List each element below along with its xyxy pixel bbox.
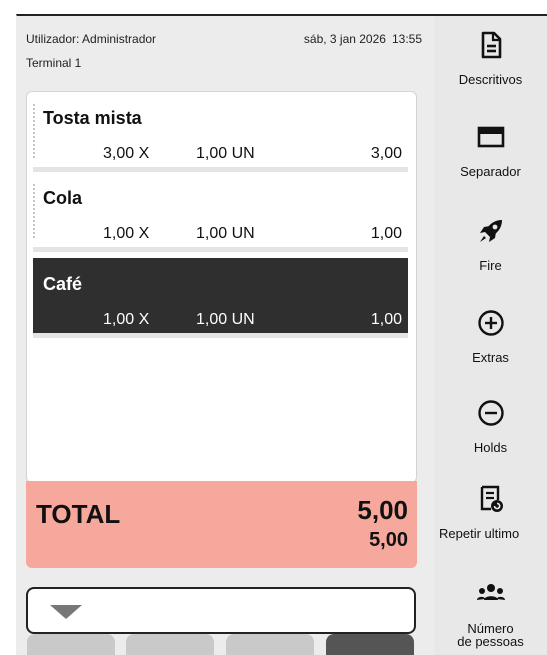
item-total: 1,00 bbox=[370, 225, 402, 242]
numero-pessoas-label-line2: de pessoas bbox=[457, 634, 524, 649]
item-name: Tosta mista bbox=[43, 108, 142, 128]
receipt-repeat-icon bbox=[480, 485, 503, 512]
plus-circle-icon bbox=[477, 310, 504, 336]
item-name: Café bbox=[43, 274, 83, 294]
descritivos-label: Descritivos bbox=[458, 72, 523, 87]
separador-button[interactable]: Separador bbox=[434, 114, 547, 194]
document-icon bbox=[481, 31, 501, 59]
item-name: Cola bbox=[43, 188, 83, 208]
time-label: 13:55 bbox=[391, 32, 422, 46]
holds-label: Holds bbox=[473, 440, 508, 455]
total-amount-secondary: 5,00 bbox=[369, 529, 408, 551]
datetime-label: sáb, 3 jan 2026 13:55 bbox=[304, 32, 422, 46]
line-divider bbox=[33, 333, 408, 338]
line-divider bbox=[33, 247, 408, 252]
caret-down-icon bbox=[50, 605, 82, 619]
repetir-ultimo-button[interactable]: Repetir ultimo bbox=[434, 476, 547, 556]
bottom-button-1[interactable] bbox=[27, 634, 115, 655]
date-label: sáb, 3 jan 2026 bbox=[303, 32, 386, 46]
item-quantity: 1,00 X bbox=[103, 225, 150, 242]
total-box: TOTAL 5,00 5,00 bbox=[26, 481, 417, 568]
window-icon bbox=[477, 126, 504, 148]
numero-pessoas-button[interactable]: Número de pessoas bbox=[434, 570, 547, 655]
fire-label: Fire bbox=[479, 258, 502, 273]
item-unit: 1,00 UN bbox=[196, 225, 255, 242]
ticket-panel: Utilizador: Administrador Terminal 1 sáb… bbox=[16, 16, 434, 655]
bottom-button-4[interactable] bbox=[326, 634, 414, 655]
minus-circle-icon bbox=[477, 400, 504, 426]
separador-label: Separador bbox=[460, 164, 521, 179]
ticket-line[interactable]: Cola 1,00 X 1,00 UN 1,00 bbox=[33, 172, 408, 252]
ticket-list: Tosta mista 3,00 X 1,00 UN 3,00 Cola 1,0… bbox=[26, 91, 417, 483]
numero-pessoas-label: Número de pessoas bbox=[434, 622, 547, 648]
options-dropdown[interactable] bbox=[26, 587, 416, 634]
terminal-label: Terminal 1 bbox=[26, 56, 82, 70]
extras-button[interactable]: Extras bbox=[434, 300, 547, 380]
action-sidebar: Descritivos Separador Fire Extras Holds … bbox=[434, 16, 547, 655]
item-quantity: 1,00 X bbox=[103, 311, 150, 328]
descritivos-button[interactable]: Descritivos bbox=[434, 22, 547, 102]
total-amount: 5,00 bbox=[357, 495, 408, 525]
total-label: TOTAL bbox=[36, 499, 121, 529]
ticket-line-selected[interactable]: Café 1,00 X 1,00 UN 1,00 bbox=[33, 258, 408, 338]
holds-button[interactable]: Holds bbox=[434, 390, 547, 470]
item-total: 1,00 bbox=[370, 311, 402, 328]
item-unit: 1,00 UN bbox=[196, 311, 255, 328]
fire-button[interactable]: Fire bbox=[434, 208, 547, 288]
item-unit: 1,00 UN bbox=[196, 145, 255, 162]
line-handle bbox=[33, 184, 35, 238]
item-total: 3,00 bbox=[370, 145, 402, 162]
extras-label: Extras bbox=[472, 350, 509, 365]
item-quantity: 3,00 X bbox=[103, 145, 150, 162]
repetir-ultimo-label: Repetir ultimo bbox=[439, 526, 520, 541]
rocket-icon bbox=[479, 220, 502, 242]
bottom-button-3[interactable] bbox=[226, 634, 314, 655]
bottom-button-2[interactable] bbox=[126, 634, 214, 655]
line-handle bbox=[33, 104, 35, 158]
user-label: Utilizador: Administrador bbox=[26, 32, 157, 46]
people-icon bbox=[476, 584, 505, 600]
ticket-line[interactable]: Tosta mista 3,00 X 1,00 UN 3,00 bbox=[33, 92, 408, 172]
